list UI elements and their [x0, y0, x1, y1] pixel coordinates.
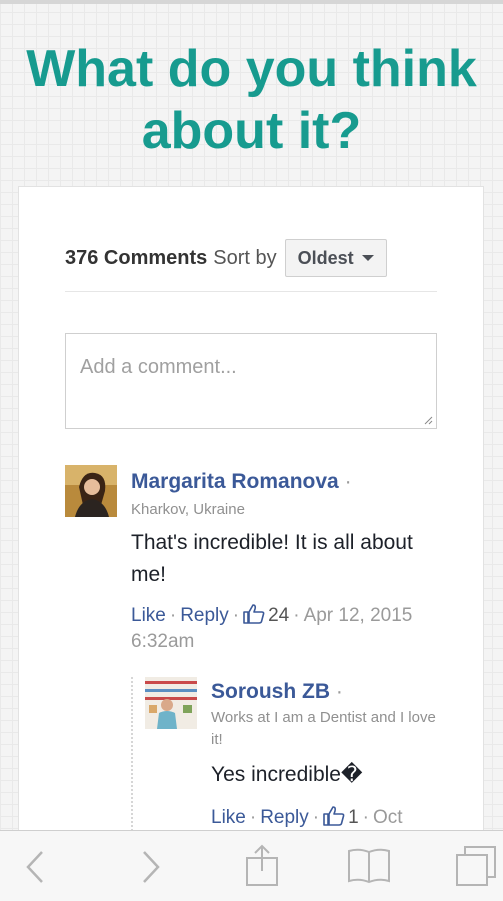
avatar[interactable]: [145, 677, 197, 729]
reply-link[interactable]: Reply: [260, 807, 309, 828]
bookmarks-icon[interactable]: [347, 847, 391, 885]
like-link[interactable]: Like: [131, 605, 166, 626]
forward-icon[interactable]: [138, 849, 164, 885]
reply-thread-line: [131, 677, 133, 847]
comment-author-meta: Works at I am a Dentist and I love it!: [211, 709, 436, 748]
share-icon[interactable]: [244, 843, 280, 887]
comments-panel: 376 Comments Sort by Oldest Add a commen…: [18, 186, 484, 847]
resize-handle-icon[interactable]: [423, 415, 433, 425]
comment-author-meta: Kharkov, Ukraine: [131, 501, 245, 518]
comment-author[interactable]: Soroush ZB ·: [211, 680, 343, 704]
chevron-down-icon: [361, 255, 374, 261]
comment-author[interactable]: Margarita Romanova ·: [131, 470, 352, 494]
like-count: 24: [268, 605, 290, 626]
comment-input-placeholder: Add a comment...: [80, 356, 237, 378]
thumbs-up-icon: [243, 604, 265, 624]
comment-input[interactable]: Add a comment...: [65, 333, 437, 429]
comment-text: That's incredible! It is all about me!: [131, 531, 413, 586]
like-link[interactable]: Like: [211, 807, 246, 828]
tabs-icon[interactable]: [455, 845, 497, 887]
back-icon[interactable]: [22, 849, 48, 885]
page-headline: What do you think about it?: [26, 40, 477, 160]
header-divider: [65, 291, 437, 292]
comment-count: 376 Comments: [65, 246, 208, 269]
thumbs-up-icon: [323, 806, 345, 826]
sort-value: Oldest: [297, 247, 354, 268]
reply-link[interactable]: Reply: [180, 605, 229, 626]
comment-actions: Like · Reply · 24 · Apr 12, 2015 6:32am: [131, 604, 413, 652]
comment-text: Yes incredible�: [211, 763, 363, 786]
top-border: [0, 0, 503, 4]
browser-toolbar: [0, 830, 503, 901]
comments-header: 376 Comments Sort by Oldest: [65, 239, 387, 277]
like-count: 1: [348, 807, 359, 828]
comment-actions: Like · Reply · 1 · Oct: [211, 806, 403, 828]
sort-label: Sort by: [213, 246, 277, 269]
sort-dropdown[interactable]: Oldest: [284, 239, 387, 277]
comment-timestamp[interactable]: Oct: [373, 807, 403, 828]
avatar[interactable]: [65, 465, 117, 517]
